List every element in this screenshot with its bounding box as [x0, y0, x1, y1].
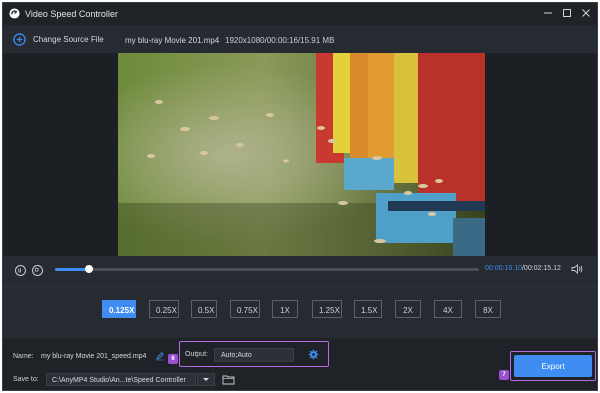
volume-icon[interactable] — [571, 264, 583, 274]
speed-button-8x[interactable]: 8X — [475, 300, 501, 318]
speed-button-4x[interactable]: 4X — [434, 300, 462, 318]
name-label: Name: — [13, 353, 34, 360]
save-path-field[interactable]: C:\AnyMP4 Studio\An...te\Speed Controlle… — [46, 373, 196, 386]
output-format-field[interactable]: Auto;Auto — [214, 348, 294, 362]
chevron-down-icon — [203, 378, 209, 381]
edit-icon[interactable] — [155, 351, 165, 361]
toolbar: Change Source File my blu-ray Movie 201.… — [3, 25, 597, 53]
progress-thumb[interactable] — [84, 265, 93, 273]
change-source-label: Change Source File — [33, 34, 104, 44]
progress-fill — [55, 268, 89, 271]
step-badge-output: 6 — [168, 354, 178, 364]
speed-button-2x[interactable]: 2X — [395, 300, 421, 318]
export-button[interactable]: Export — [514, 355, 592, 377]
file-meta: 1920x1080/00:00:16/15.91 MB — [225, 36, 335, 45]
save-to-label: Save to: — [13, 376, 39, 383]
output-file-name: my blu-ray Movie 201_speed.mp4 — [41, 353, 147, 360]
step-badge-export: 7 — [499, 370, 509, 380]
stop-icon — [34, 267, 39, 272]
video-preview[interactable] — [118, 53, 485, 256]
file-name: my blu-ray Movie 201.mp4 — [125, 36, 220, 45]
speed-button-0-125x[interactable]: 0.125X — [102, 300, 136, 318]
speed-button-1x[interactable]: 1X — [272, 300, 298, 318]
output-panel: Name: my blu-ray Movie 201_speed.mp4 6 O… — [3, 338, 597, 390]
plus-circle-icon — [13, 32, 26, 46]
save-path-dropdown[interactable] — [197, 373, 215, 386]
progress-slider[interactable] — [55, 265, 479, 273]
app-logo-icon — [9, 8, 20, 19]
gear-icon[interactable] — [308, 349, 319, 360]
time-display: 00:00:10.10/00:02:15.12 — [485, 265, 561, 272]
stop-button[interactable] — [32, 265, 43, 276]
pause-button[interactable] — [15, 265, 26, 276]
folder-icon[interactable] — [222, 374, 235, 385]
divider — [3, 286, 597, 287]
speed-button-1-5x[interactable]: 1.5X — [354, 300, 382, 318]
speed-button-1-25x[interactable]: 1.25X — [312, 300, 342, 318]
video-area — [3, 53, 597, 256]
app-window: Video Speed Controller Change Source Fil… — [2, 2, 598, 391]
output-label: Output: — [185, 351, 208, 358]
close-icon[interactable] — [579, 6, 593, 20]
change-source-button[interactable]: Change Source File — [13, 31, 104, 47]
window-title: Video Speed Controller — [25, 9, 118, 19]
maximize-icon[interactable] — [560, 6, 574, 20]
minimize-icon[interactable] — [541, 6, 555, 20]
speed-button-0-25x[interactable]: 0.25X — [149, 300, 179, 318]
speed-button-0-5x[interactable]: 0.5X — [191, 300, 217, 318]
speed-button-0-75x[interactable]: 0.75X — [230, 300, 260, 318]
pause-icon — [18, 268, 21, 273]
current-time: 00:00:10.10 — [485, 265, 522, 272]
title-bar: Video Speed Controller — [3, 3, 597, 25]
total-time: /00:02:15.12 — [521, 265, 561, 272]
